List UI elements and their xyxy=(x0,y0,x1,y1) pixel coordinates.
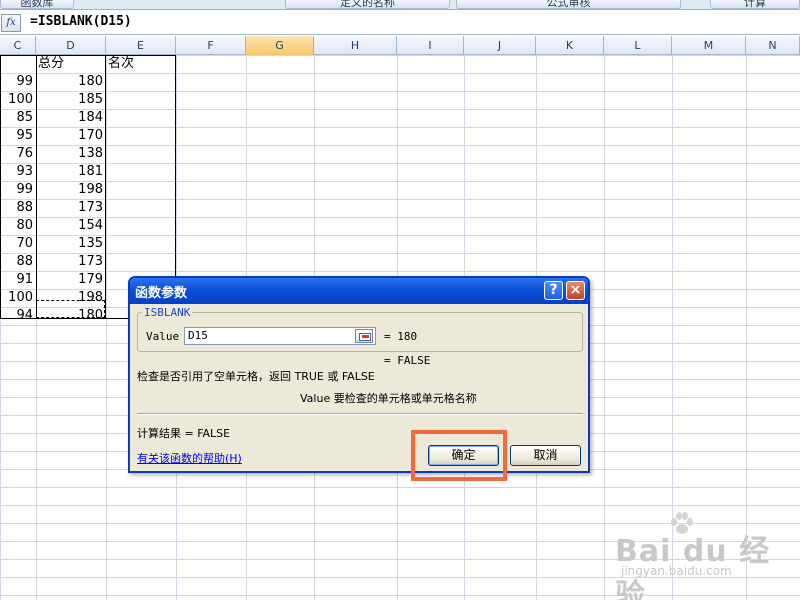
paw-icon xyxy=(671,512,693,534)
column-header-d[interactable]: D xyxy=(36,36,106,55)
cell-c[interactable]: 70 xyxy=(0,235,36,253)
header-total-score[interactable]: 总分 xyxy=(38,55,64,73)
value-arg-label: Value xyxy=(146,330,180,343)
cell-c[interactable]: 76 xyxy=(0,145,36,163)
argument-description: Value 要检查的单元格或单元格名称 xyxy=(300,392,477,405)
ribbon-function-library-button[interactable]: 函数库 xyxy=(0,0,74,9)
cell-c[interactable]: 91 xyxy=(0,271,36,289)
formula-input[interactable]: =ISBLANK(D15) xyxy=(30,14,132,29)
ribbon-button-label: 定义的名称 xyxy=(340,0,395,9)
watermark-text: Bai du 经验 xyxy=(615,534,771,600)
column-header-f[interactable]: F xyxy=(176,36,246,55)
ribbon: 函数库 定义的名称 公式审核 计算 xyxy=(0,0,800,10)
cell-d[interactable]: 154 xyxy=(36,217,106,235)
column-header-e[interactable]: E xyxy=(106,36,176,55)
column-header-h[interactable]: H xyxy=(314,36,397,55)
ribbon-calculation-button[interactable]: 计算 xyxy=(710,0,800,9)
ribbon-defined-names-button[interactable]: 定义的名称 xyxy=(285,0,450,9)
column-headers: C D E F G H I J K L M N xyxy=(0,36,800,55)
ribbon-button-label: 公式审核 xyxy=(546,0,591,9)
cell-c[interactable]: 99 xyxy=(0,181,36,199)
close-icon[interactable]: × xyxy=(566,281,585,300)
function-result: = FALSE xyxy=(384,354,431,367)
column-header-n[interactable]: N xyxy=(746,36,800,55)
cell-c[interactable]: 100 xyxy=(0,289,36,307)
cell-c[interactable]: 88 xyxy=(0,253,36,271)
cell-c[interactable]: 99 xyxy=(0,73,36,91)
cell-d[interactable]: 135 xyxy=(36,235,106,253)
function-name: ISBLANK xyxy=(142,306,193,319)
column-header-l[interactable]: L xyxy=(604,36,672,55)
cell-c[interactable]: 85 xyxy=(0,109,36,127)
ribbon-button-label: 计算 xyxy=(744,0,766,9)
watermark-url: jingyan.baidu.com xyxy=(621,564,732,578)
column-header-k[interactable]: K xyxy=(536,36,604,55)
header-rank[interactable]: 名次 xyxy=(108,55,134,73)
cell-d[interactable]: 138 xyxy=(36,145,106,163)
cell-d[interactable]: 181 xyxy=(36,163,106,181)
cell-d[interactable]: 179 xyxy=(36,271,106,289)
cancel-button[interactable]: 取消 xyxy=(510,445,581,466)
insert-function-icon[interactable]: fx xyxy=(1,14,21,32)
column-header-m[interactable]: M xyxy=(672,36,746,55)
cell-c[interactable]: 93 xyxy=(0,163,36,181)
separator xyxy=(137,413,583,415)
gridline xyxy=(604,55,605,600)
cell-d[interactable]: 198 xyxy=(36,181,106,199)
gridline xyxy=(746,55,747,600)
cell-d[interactable]: 170 xyxy=(36,127,106,145)
column-header-g[interactable]: G xyxy=(246,36,314,55)
cell-d[interactable]: 173 xyxy=(36,199,106,217)
function-help-link[interactable]: 有关该函数的帮助(H) xyxy=(137,450,242,466)
help-icon[interactable]: ? xyxy=(544,281,563,300)
ribbon-formula-auditing-button[interactable]: 公式审核 xyxy=(456,0,681,9)
value-arg-input[interactable]: D15 xyxy=(184,327,376,345)
ok-button-highlight xyxy=(411,430,507,481)
ribbon-button-label: 函数库 xyxy=(20,0,54,9)
argument-result: = 180 xyxy=(384,330,418,343)
function-description: 检查是否引用了空单元格，返回 TRUE 或 FALSE xyxy=(137,370,375,383)
cell-d[interactable]: 185 xyxy=(36,91,106,109)
cell-d[interactable]: 180 xyxy=(36,73,106,91)
cell-c[interactable]: 88 xyxy=(0,199,36,217)
cell-c[interactable]: 80 xyxy=(0,217,36,235)
column-header-c[interactable]: C xyxy=(0,36,36,55)
copy-marquee xyxy=(36,300,105,318)
cell-c[interactable]: 95 xyxy=(0,127,36,145)
function-arguments-dialog: 函数参数 ? × ISBLANK Value D15 = 180 = FALSE… xyxy=(128,276,590,473)
formula-bar: fx =ISBLANK(D15) xyxy=(0,11,800,35)
baidu-jingyan-watermark: Bai du 经验 jingyan.baidu.com xyxy=(615,512,800,600)
cell-d[interactable]: 184 xyxy=(36,109,106,127)
cell-c[interactable]: 100 xyxy=(0,91,36,109)
collapse-dialog-icon[interactable] xyxy=(355,329,373,343)
column-header-j[interactable]: J xyxy=(464,36,536,55)
dialog-title: 函数参数 xyxy=(135,286,188,301)
dialog-titlebar[interactable]: 函数参数 ? × xyxy=(130,278,588,304)
cell-c[interactable]: 94 xyxy=(0,307,36,325)
cell-d[interactable]: 173 xyxy=(36,253,106,271)
column-header-i[interactable]: I xyxy=(397,36,464,55)
calculation-result: 计算结果 = FALSE xyxy=(137,427,231,440)
